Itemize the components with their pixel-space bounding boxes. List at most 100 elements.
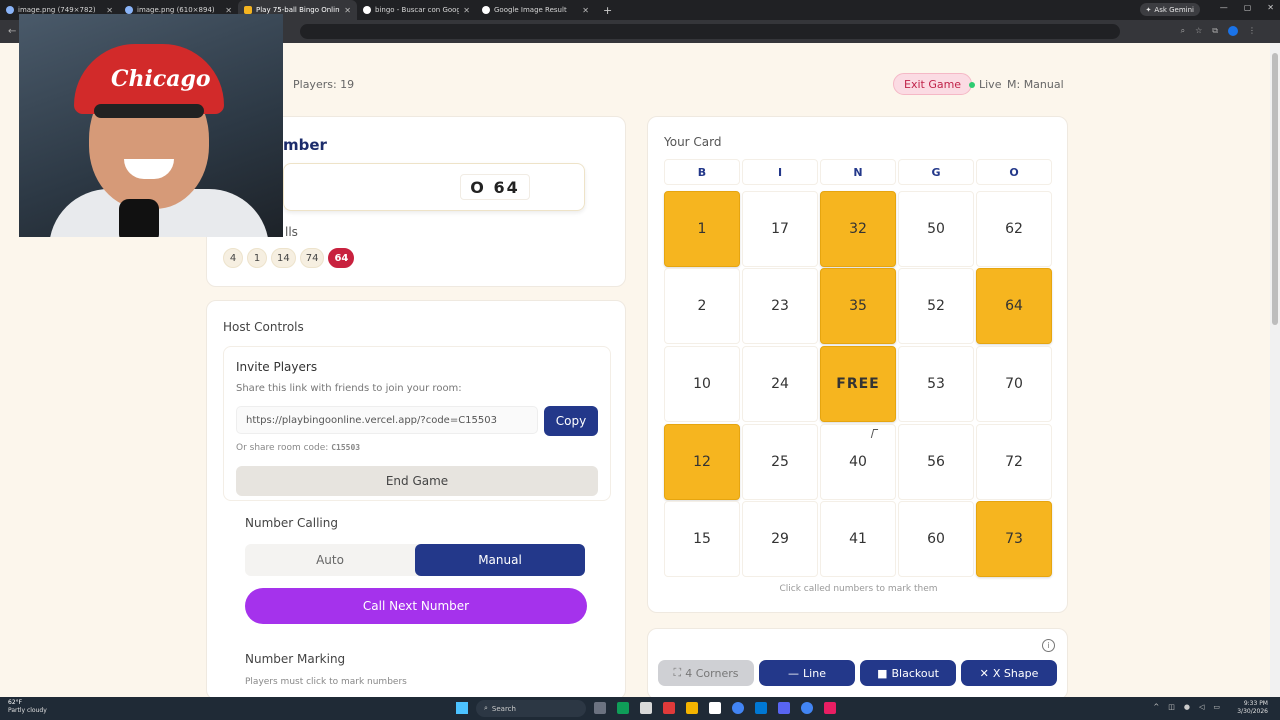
profile-avatar[interactable] xyxy=(1228,26,1238,36)
line-button[interactable]: — Line xyxy=(759,660,855,686)
bingo-favicon-icon xyxy=(244,6,252,14)
called-number-chip: 1 xyxy=(247,248,267,268)
marked-cell[interactable]: 35 xyxy=(820,268,896,344)
exit-game-button[interactable]: Exit Game xyxy=(893,73,973,95)
marked-cell[interactable]: 12 xyxy=(664,424,740,500)
weather-widget[interactable]: 62°F Partly cloudy xyxy=(8,699,47,715)
webcam-cap-brim xyxy=(94,104,204,118)
bingo-cell[interactable]: 15 xyxy=(664,501,740,577)
microphone-tray-icon[interactable]: ● xyxy=(1184,703,1190,711)
image-favicon-icon xyxy=(6,6,14,14)
bingo-cell[interactable]: 53 xyxy=(898,346,974,422)
column-header-o: O xyxy=(976,159,1052,185)
chatgpt-icon[interactable] xyxy=(640,702,652,714)
chevron-up-icon[interactable]: ^ xyxy=(1153,703,1159,711)
bingo-cell[interactable]: 50 xyxy=(898,191,974,267)
marked-cell[interactable]: 1 xyxy=(664,191,740,267)
number-marking-title: Number Marking xyxy=(245,652,346,666)
gemini-icon: ✦ xyxy=(1145,5,1152,14)
scrollbar-thumb[interactable] xyxy=(1272,53,1278,325)
four-corners-button[interactable]: ⛶ 4 Corners xyxy=(658,660,754,686)
adobe-icon[interactable] xyxy=(663,702,675,714)
store-icon[interactable] xyxy=(709,702,721,714)
number-calling-section: Number Calling Auto Manual Call Next Num… xyxy=(233,507,601,632)
host-controls-title: Host Controls xyxy=(223,320,304,334)
clock[interactable]: 9:33 PM 3/30/2026 xyxy=(1237,700,1268,716)
calling-mode-toggle: Auto Manual xyxy=(245,544,585,576)
chrome-profile-icon[interactable] xyxy=(801,702,813,714)
file-explorer-icon[interactable] xyxy=(686,702,698,714)
bingo-cell[interactable]: 10 xyxy=(664,346,740,422)
window-controls: — ▢ ✕ xyxy=(1220,3,1274,12)
discord-icon[interactable] xyxy=(778,702,790,714)
marked-cell[interactable]: 64 xyxy=(976,268,1052,344)
bingo-cell[interactable]: 56 xyxy=(898,424,974,500)
recent-calls-label: lls xyxy=(285,225,298,239)
corners-icon: ⛶ xyxy=(673,666,682,679)
manual-mode-button[interactable]: Manual xyxy=(415,544,585,576)
bingo-cell[interactable]: 70 xyxy=(976,346,1052,422)
bingo-cell[interactable]: 2 xyxy=(664,268,740,344)
chrome-icon[interactable] xyxy=(732,702,744,714)
close-tab-icon[interactable]: ✕ xyxy=(344,6,351,15)
room-code: C15503 xyxy=(331,443,361,452)
minimize-icon[interactable]: — xyxy=(1220,3,1228,12)
system-tray: ^ ◫ ● ◁ ▭ xyxy=(1153,703,1220,711)
task-view-icon[interactable] xyxy=(594,702,606,714)
bingo-cell[interactable]: 60 xyxy=(898,501,974,577)
bingo-cell[interactable]: 24 xyxy=(742,346,818,422)
menu-dots-icon[interactable]: ⋮ xyxy=(1248,26,1256,36)
close-window-icon[interactable]: ✕ xyxy=(1267,3,1274,12)
search-icon: ⌕ xyxy=(484,704,488,712)
bookmark-star-icon[interactable]: ☆ xyxy=(1195,26,1202,36)
page-scrollbar[interactable] xyxy=(1270,43,1280,697)
bingo-cell[interactable]: 29 xyxy=(742,501,818,577)
x-shape-button[interactable]: ✕ X Shape xyxy=(961,660,1057,686)
new-tab-button[interactable]: + xyxy=(603,4,612,17)
windows-start-icon[interactable] xyxy=(456,702,468,714)
bingo-cell[interactable]: 25 xyxy=(742,424,818,500)
end-game-button[interactable]: End Game xyxy=(236,466,598,496)
maximize-icon[interactable]: ▢ xyxy=(1244,3,1252,12)
browser-tab[interactable]: Google Image Result ✕ xyxy=(476,0,595,20)
auto-mode-button[interactable]: Auto xyxy=(245,544,415,576)
google-favicon-icon xyxy=(363,6,371,14)
app-icon[interactable] xyxy=(824,702,836,714)
zoom-icon[interactable]: ⌕ xyxy=(1181,26,1185,36)
close-tab-icon[interactable]: ✕ xyxy=(463,6,470,15)
omnibox[interactable] xyxy=(300,24,1120,39)
bingo-cell[interactable]: 62 xyxy=(976,191,1052,267)
network-icon[interactable]: ◫ xyxy=(1168,703,1175,711)
bingo-cell[interactable]: 17 xyxy=(742,191,818,267)
volume-icon[interactable]: ◁ xyxy=(1199,703,1204,711)
browser-tab[interactable]: bingo - Buscar con Google ✕ xyxy=(357,0,476,20)
marked-cell[interactable]: 32 xyxy=(820,191,896,267)
free-space-cell[interactable]: FREE xyxy=(820,346,896,422)
column-header-g: G xyxy=(898,159,974,185)
taskbar-search[interactable]: ⌕ Search xyxy=(476,700,586,717)
called-number-chip: 74 xyxy=(299,248,325,268)
battery-icon[interactable]: ▭ xyxy=(1213,703,1220,711)
host-controls-card: Host Controls Invite Players Share this … xyxy=(206,300,626,700)
bingo-cell[interactable]: 40 xyxy=(820,424,896,500)
vscode-icon[interactable] xyxy=(755,702,767,714)
marked-cell[interactable]: 73 xyxy=(976,501,1052,577)
info-icon[interactable]: i xyxy=(1042,639,1055,652)
invite-link-field[interactable]: https://playbingoonline.vercel.app/?code… xyxy=(236,406,538,434)
bingo-cell[interactable]: 23 xyxy=(742,268,818,344)
column-header-n: N xyxy=(820,159,896,185)
invite-players-section: Invite Players Share this link with frie… xyxy=(223,346,611,501)
close-tab-icon[interactable]: ✕ xyxy=(582,6,589,15)
bingo-cell[interactable]: 41 xyxy=(820,501,896,577)
microphone-icon xyxy=(119,199,159,237)
called-number-chip: 4 xyxy=(223,248,243,268)
edge-icon[interactable] xyxy=(617,702,629,714)
call-next-number-button[interactable]: Call Next Number xyxy=(245,588,587,624)
copy-link-button[interactable]: Copy xyxy=(544,406,598,436)
players-count: Players: 19 xyxy=(293,78,355,91)
bingo-cell[interactable]: 52 xyxy=(898,268,974,344)
ask-gemini-button[interactable]: ✦ Ask Gemini xyxy=(1139,3,1200,16)
extensions-icon[interactable]: ⧉ xyxy=(1212,26,1218,36)
blackout-button[interactable]: ■ Blackout xyxy=(860,660,956,686)
bingo-cell[interactable]: 72 xyxy=(976,424,1052,500)
